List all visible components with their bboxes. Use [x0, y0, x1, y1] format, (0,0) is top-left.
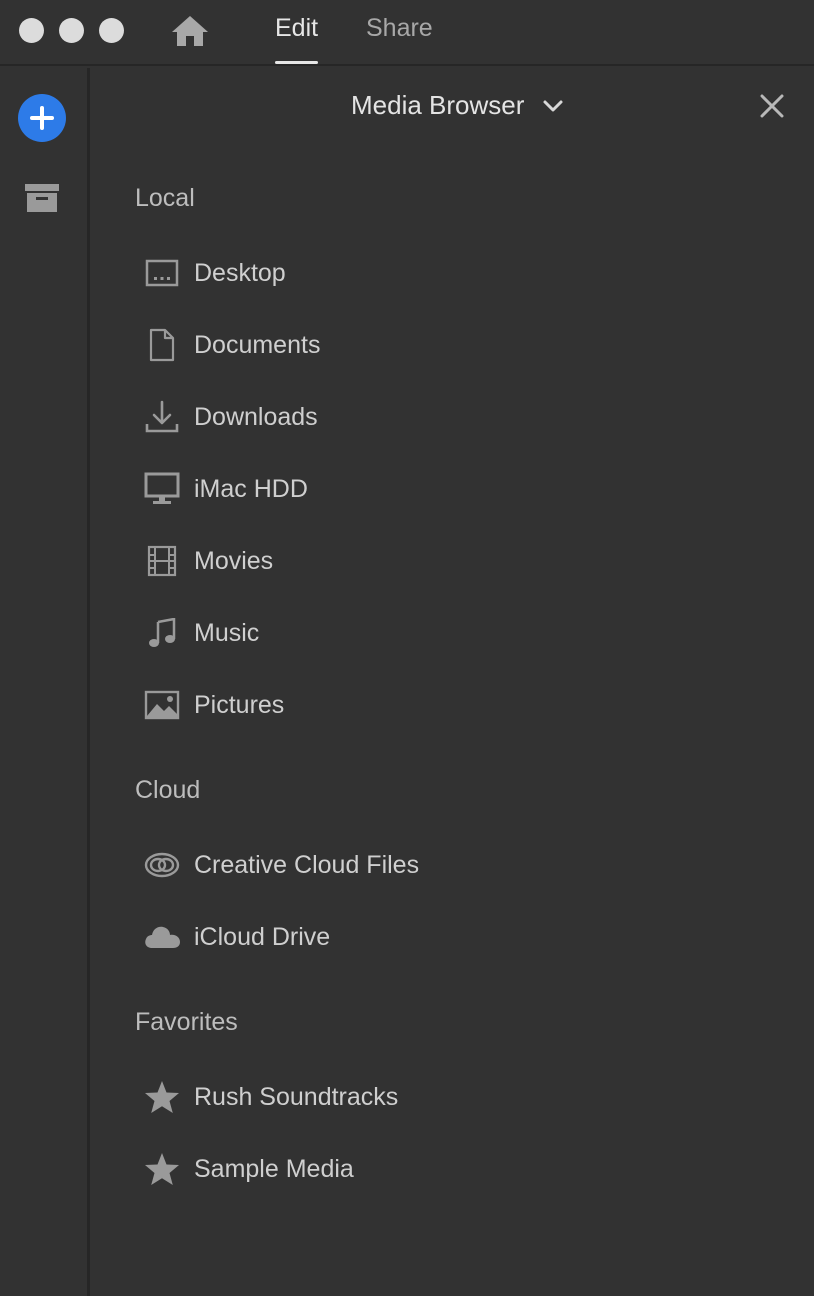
desktop-icon [143, 254, 181, 292]
title-bar: Edit Share [0, 0, 814, 66]
list-item-downloads[interactable]: Downloads [135, 389, 775, 445]
list-item-imac-hdd[interactable]: iMac HDD [135, 461, 775, 517]
add-media-button[interactable] [18, 94, 66, 142]
window-close-button[interactable] [19, 18, 44, 43]
list-item-label: Desktop [194, 258, 286, 287]
list-item-documents[interactable]: Documents [135, 317, 775, 373]
close-icon[interactable] [758, 92, 786, 120]
list-item-sample-media[interactable]: Sample Media [135, 1141, 775, 1197]
section-title-favorites: Favorites [135, 1008, 238, 1036]
tab-edit[interactable]: Edit [275, 14, 319, 64]
home-icon[interactable] [170, 14, 210, 48]
document-icon [143, 326, 181, 364]
section-title-cloud: Cloud [135, 776, 201, 804]
panel-header: Media Browser [93, 68, 814, 148]
image-icon [143, 686, 181, 724]
list-item-label: iMac HDD [194, 474, 308, 503]
list-item-movies[interactable]: Movies [135, 533, 775, 589]
list-item-label: Downloads [194, 402, 318, 431]
tab-share-label: Share [366, 14, 433, 42]
chevron-down-icon [543, 100, 563, 111]
list-item-label: Creative Cloud Files [194, 850, 420, 879]
list-item-music[interactable]: Music [135, 605, 775, 661]
window-minimize-button[interactable] [59, 18, 84, 43]
list-item-icloud-drive[interactable]: iCloud Drive [135, 909, 775, 965]
archive-icon[interactable] [24, 182, 60, 214]
list-item-label: Pictures [194, 690, 285, 719]
monitor-icon [143, 470, 181, 508]
tab-edit-label: Edit [275, 14, 319, 42]
list-item-desktop[interactable]: Desktop [135, 245, 775, 301]
list-item-pictures[interactable]: Pictures [135, 677, 775, 733]
list-item-label: iCloud Drive [194, 922, 331, 951]
list-item-rush-soundtracks[interactable]: Rush Soundtracks [135, 1069, 775, 1125]
list-item-label: Sample Media [194, 1154, 354, 1183]
panel-title: Media Browser [351, 90, 525, 120]
tab-share[interactable]: Share [366, 14, 433, 64]
section-title-local: Local [135, 184, 195, 212]
film-icon [143, 542, 181, 580]
list-item-label: Rush Soundtracks [194, 1082, 399, 1111]
list-item-creative-cloud-files[interactable]: Creative Cloud Files [135, 837, 775, 893]
music-note-icon [143, 614, 181, 652]
star-icon [143, 1078, 181, 1116]
star-icon [143, 1150, 181, 1188]
cloud-icon [143, 918, 181, 956]
download-icon [143, 398, 181, 436]
media-browser-panel: Media Browser Local Desktop Documents Do… [93, 68, 814, 1296]
panel-title-dropdown[interactable]: Media Browser [351, 90, 564, 121]
list-item-label: Music [194, 618, 260, 647]
active-tab-indicator [275, 61, 319, 64]
window-zoom-button[interactable] [99, 18, 124, 43]
list-item-label: Movies [194, 546, 274, 575]
list-item-label: Documents [194, 330, 321, 359]
creative-cloud-icon [143, 846, 181, 884]
left-rail [0, 68, 90, 1296]
